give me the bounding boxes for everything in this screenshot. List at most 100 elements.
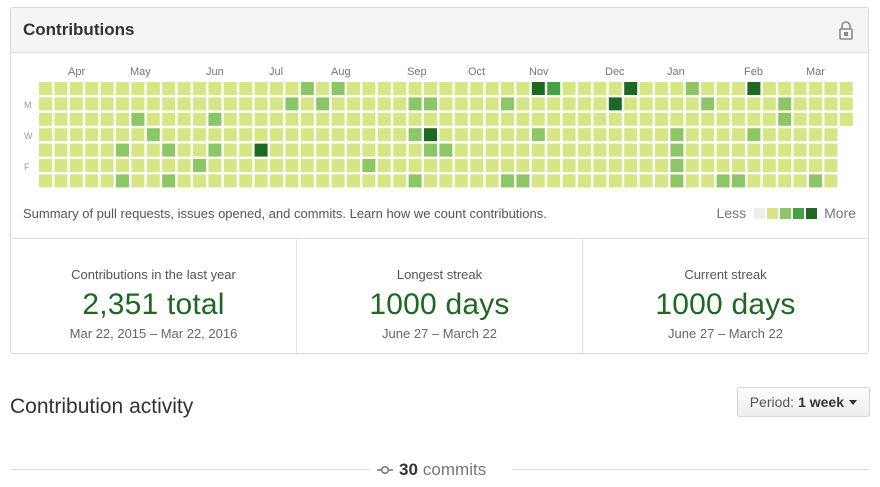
calendar-day-cell[interactable] [747,128,761,142]
calendar-day-cell[interactable] [146,128,160,142]
calendar-day-cell[interactable] [85,97,99,111]
calendar-day-cell[interactable] [670,128,684,142]
calendar-day-cell[interactable] [839,97,853,111]
calendar-day-cell[interactable] [516,174,530,188]
calendar-day-cell[interactable] [562,97,576,111]
calendar-day-cell[interactable] [377,97,391,111]
calendar-day-cell[interactable] [131,112,145,126]
calendar-day-cell[interactable] [454,82,468,95]
calendar-day-cell[interactable] [100,112,114,126]
calendar-day-cell[interactable] [300,97,314,111]
calendar-day-cell[interactable] [578,82,591,95]
calendar-day-cell[interactable] [685,82,699,95]
calendar-day-cell[interactable] [454,143,468,157]
calendar-day-cell[interactable] [424,143,437,157]
calendar-day-cell[interactable] [470,112,484,126]
calendar-day-cell[interactable] [839,112,853,126]
calendar-day-cell[interactable] [793,174,807,188]
calendar-day-cell[interactable] [270,97,283,111]
calendar-day-cell[interactable] [701,159,715,172]
calendar-day-cell[interactable] [393,159,407,172]
calendar-day-cell[interactable] [701,97,715,111]
calendar-day-cell[interactable] [593,97,607,111]
calendar-day-cell[interactable] [362,143,376,157]
calendar-day-cell[interactable] [516,97,530,111]
calendar-day-cell[interactable] [223,82,237,95]
calendar-day-cell[interactable] [531,112,545,126]
calendar-day-cell[interactable] [470,97,484,111]
calendar-day-cell[interactable] [747,159,761,172]
calendar-day-cell[interactable] [347,159,360,172]
calendar-day-cell[interactable] [377,143,391,157]
calendar-day-cell[interactable] [300,82,314,95]
calendar-day-cell[interactable] [439,82,453,95]
calendar-day-cell[interactable] [208,159,222,172]
calendar-day-cell[interactable] [331,159,345,172]
calendar-day-cell[interactable] [424,159,437,172]
calendar-day-cell[interactable] [562,82,576,95]
calendar-day-cell[interactable] [116,112,129,126]
calendar-day-cell[interactable] [254,112,268,126]
calendar-day-cell[interactable] [285,159,299,172]
calendar-day-cell[interactable] [655,112,668,126]
calendar-day-cell[interactable] [54,174,68,188]
calendar-day-cell[interactable] [762,128,776,142]
calendar-day-cell[interactable] [270,143,283,157]
calendar-day-cell[interactable] [177,128,191,142]
calendar-day-cell[interactable] [223,159,237,172]
calendar-day-cell[interactable] [131,174,145,188]
calendar-day-cell[interactable] [131,128,145,142]
calendar-day-cell[interactable] [254,143,268,157]
calendar-day-cell[interactable] [162,128,176,142]
calendar-day-cell[interactable] [162,82,176,95]
calendar-day-cell[interactable] [670,174,684,188]
calendar-day-cell[interactable] [778,174,792,188]
calendar-day-cell[interactable] [131,143,145,157]
calendar-day-cell[interactable] [608,128,622,142]
calendar-day-cell[interactable] [793,82,807,95]
calendar-day-cell[interactable] [624,128,638,142]
calendar-day-cell[interactable] [223,128,237,142]
calendar-day-cell[interactable] [100,159,114,172]
calendar-day-cell[interactable] [701,174,715,188]
calendar-day-cell[interactable] [485,143,499,157]
calendar-day-cell[interactable] [670,112,684,126]
calendar-day-cell[interactable] [716,112,730,126]
calendar-day-cell[interactable] [547,159,561,172]
calendar-day-cell[interactable] [39,128,52,142]
calendar-day-cell[interactable] [531,128,545,142]
calendar-day-cell[interactable] [655,128,668,142]
calendar-day-cell[interactable] [531,97,545,111]
calendar-day-cell[interactable] [393,82,407,95]
calendar-day-cell[interactable] [562,159,576,172]
calendar-day-cell[interactable] [208,112,222,126]
calendar-day-cell[interactable] [347,82,360,95]
calendar-day-cell[interactable] [300,159,314,172]
calendar-day-cell[interactable] [454,97,468,111]
calendar-day-cell[interactable] [732,174,745,188]
calendar-day-cell[interactable] [655,174,668,188]
calendar-day-cell[interactable] [285,128,299,142]
calendar-day-cell[interactable] [501,82,514,95]
period-select-button[interactable]: Period: 1 week [736,387,870,417]
calendar-day-cell[interactable] [809,159,822,172]
calendar-day-cell[interactable] [732,112,745,126]
calendar-day-cell[interactable] [578,174,591,188]
calendar-day-cell[interactable] [69,97,83,111]
calendar-day-cell[interactable] [362,174,376,188]
calendar-day-cell[interactable] [716,159,730,172]
calendar-day-cell[interactable] [408,112,422,126]
calendar-day-cell[interactable] [439,112,453,126]
calendar-day-cell[interactable] [439,159,453,172]
calendar-day-cell[interactable] [331,174,345,188]
calendar-day-cell[interactable] [177,97,191,111]
calendar-day-cell[interactable] [39,82,52,95]
calendar-day-cell[interactable] [39,174,52,188]
calendar-day-cell[interactable] [223,143,237,157]
calendar-day-cell[interactable] [701,112,715,126]
calendar-day-cell[interactable] [362,128,376,142]
calendar-day-cell[interactable] [223,97,237,111]
calendar-day-cell[interactable] [162,112,176,126]
calendar-day-cell[interactable] [824,159,838,172]
calendar-day-cell[interactable] [639,128,653,142]
